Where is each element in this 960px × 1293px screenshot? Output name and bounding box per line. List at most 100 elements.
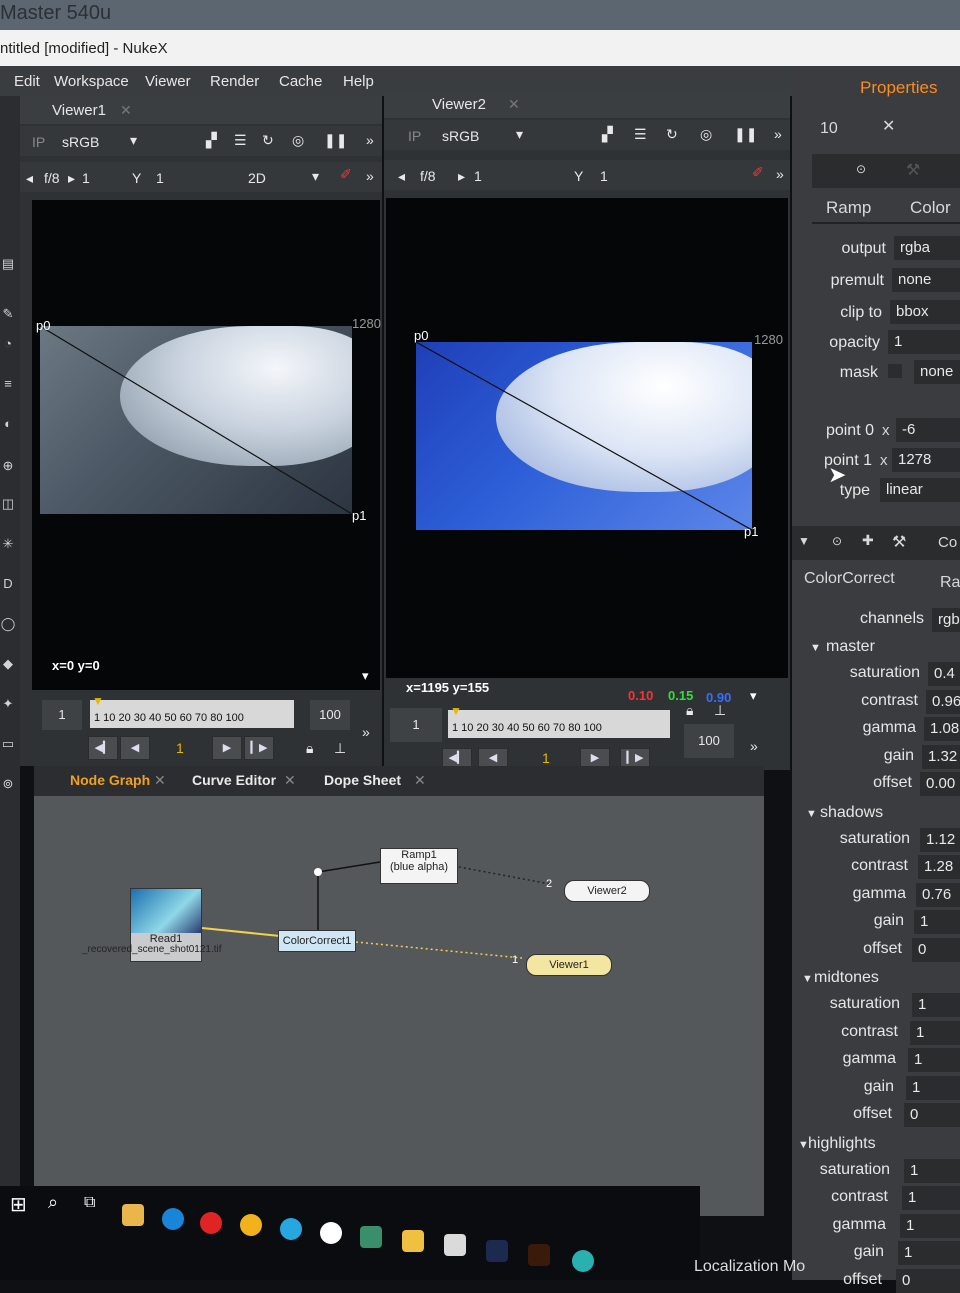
skip-forward-icon[interactable]: ▎▶ xyxy=(620,748,650,768)
filter-tool-icon[interactable]: ⊕ xyxy=(0,458,16,474)
color-tab[interactable]: Color xyxy=(910,198,951,218)
midtones-gamma-input[interactable]: 1 xyxy=(908,1048,960,1072)
app2-icon[interactable] xyxy=(572,1250,594,1272)
wipe-icon[interactable]: ▞ xyxy=(206,132,217,149)
viewer1-end-frame[interactable]: 100 xyxy=(310,700,350,730)
highlights-gain-input[interactable]: 1 xyxy=(898,1241,960,1265)
viewer1-y-value[interactable]: 1 xyxy=(156,170,164,186)
viewer1-frame[interactable]: 1 xyxy=(82,170,90,186)
illustrator-icon[interactable] xyxy=(528,1244,550,1266)
section-highlights[interactable]: highlights xyxy=(808,1135,876,1153)
menu-render[interactable]: Render xyxy=(210,73,259,90)
playhead-icon[interactable]: ▼ xyxy=(92,694,104,708)
3d-tool-icon[interactable]: ◫ xyxy=(0,496,16,512)
viewer1-node[interactable]: Viewer1 xyxy=(526,954,612,976)
viewer1-current-frame[interactable]: 1 xyxy=(176,740,184,756)
viewer2-frame[interactable]: 1 xyxy=(474,168,482,184)
clip-to-dropdown[interactable]: bbox xyxy=(890,300,960,324)
section-master[interactable]: master xyxy=(826,638,875,656)
master-contrast-input[interactable]: 0.96 xyxy=(926,689,960,714)
photos-icon[interactable] xyxy=(444,1234,466,1256)
image-tool-icon[interactable]: ▤ xyxy=(0,256,16,272)
color-tool-icon[interactable]: ◐ xyxy=(0,416,16,432)
opacity-input[interactable]: 1 xyxy=(888,330,960,354)
midtones-offset-input[interactable]: 0 xyxy=(904,1103,960,1127)
tab-viewer2[interactable]: Viewer2 xyxy=(432,96,486,113)
close-icon[interactable]: ✕ xyxy=(120,102,132,119)
app-icon[interactable] xyxy=(360,1226,382,1248)
midtones-gain-input[interactable]: 1 xyxy=(906,1075,960,1100)
master-gamma-input[interactable]: 1.08 xyxy=(924,717,960,741)
viewer1-timeline-bar[interactable]: 1 10 20 30 40 50 60 70 80 100 ▼ xyxy=(90,694,294,728)
viewer1-mode[interactable]: 2D xyxy=(248,170,266,186)
next-icon[interactable]: ▸ xyxy=(68,170,75,187)
viewer2-fstop[interactable]: f/8 xyxy=(420,168,436,184)
expand-icon[interactable]: » xyxy=(774,126,782,142)
playhead-icon[interactable]: ▼ xyxy=(450,704,462,718)
prev-icon[interactable]: ◂ xyxy=(26,170,33,187)
opera-icon[interactable] xyxy=(200,1212,222,1234)
viewer2-p0-label[interactable]: p0 xyxy=(414,328,428,343)
task-view-icon[interactable]: ⧉ xyxy=(84,1194,95,1212)
draw-tool-icon[interactable]: ✎ xyxy=(0,306,16,322)
viewer2-y-value[interactable]: 1 xyxy=(600,168,608,184)
highlights-contrast-input[interactable]: 1 xyxy=(902,1186,960,1210)
expand-icon[interactable]: » xyxy=(366,168,374,184)
type-dropdown[interactable]: linear xyxy=(880,478,960,502)
mask-checkbox[interactable] xyxy=(888,364,902,378)
notes-icon[interactable] xyxy=(402,1230,424,1252)
windows-start-icon[interactable]: ⊞ xyxy=(10,1192,27,1217)
menu-cache[interactable]: Cache xyxy=(279,73,322,90)
midtones-collapse-icon[interactable]: ▼ xyxy=(802,973,813,985)
viewer2-start-frame[interactable]: 1 xyxy=(390,708,442,742)
next-icon[interactable]: ▸ xyxy=(458,168,465,185)
output-dropdown[interactable]: rgba xyxy=(894,236,960,260)
play-forward-icon[interactable]: ▶ xyxy=(212,736,242,760)
shadows-collapse-icon[interactable]: ▼ xyxy=(806,808,817,820)
tab-viewer1[interactable]: Viewer1 xyxy=(52,102,106,119)
mask-dropdown[interactable]: none xyxy=(914,360,960,384)
viewer2-node[interactable]: Viewer2 xyxy=(564,880,650,902)
viewer2-p1-label[interactable]: p1 xyxy=(744,524,758,539)
clear-panels-icon[interactable]: ✕ xyxy=(882,116,895,136)
settings-icon[interactable]: ⊙ xyxy=(832,534,842,548)
midtones-contrast-input[interactable]: 1 xyxy=(910,1020,960,1045)
expand-icon[interactable]: » xyxy=(776,166,784,182)
time-tool-icon[interactable]: ◔ xyxy=(0,336,16,352)
expand-icon[interactable]: » xyxy=(366,132,374,148)
viewer1-fstop[interactable]: f/8 xyxy=(44,170,60,186)
shadows-gamma-input[interactable]: 0.76 xyxy=(916,882,960,907)
shadows-offset-input[interactable]: 0 xyxy=(912,937,960,962)
menu-help[interactable]: Help xyxy=(343,73,374,90)
lock-icon[interactable]: 🔒︎ xyxy=(686,702,693,719)
merge-tool-icon[interactable]: ◯ xyxy=(0,616,16,632)
play-back-icon[interactable]: ◀ xyxy=(478,748,508,768)
highlights-offset-input[interactable]: 0 xyxy=(896,1268,960,1293)
viewer1-start-frame[interactable]: 1 xyxy=(42,700,82,730)
expand-icon[interactable]: » xyxy=(750,738,758,754)
deep-tool-icon[interactable]: D xyxy=(0,576,16,592)
skip-forward-icon[interactable]: ▎▶ xyxy=(244,736,274,760)
point1-x-input[interactable]: 1278 xyxy=(892,448,960,472)
channel-tool-icon[interactable]: ≡ xyxy=(0,376,16,392)
shadows-contrast-input[interactable]: 1.28 xyxy=(918,855,960,879)
section-midtones[interactable]: midtones xyxy=(814,969,879,987)
point0-x-input[interactable]: -6 xyxy=(896,418,960,442)
ruler-icon[interactable]: ⊥ xyxy=(334,740,346,757)
particles-tool-icon[interactable]: ✳ xyxy=(0,536,16,552)
viewer2-canvas[interactable]: p0 p1 1280 x=1195 y=155 0.10 0.15 0.90 ▾ xyxy=(386,198,788,705)
lock-icon[interactable]: 🔒︎ xyxy=(306,740,313,757)
roi-icon[interactable]: ◎ xyxy=(700,126,712,143)
settings-icon[interactable]: ⊙ xyxy=(856,162,866,176)
close-icon[interactable]: ✕ xyxy=(154,772,166,789)
chevron-down-icon[interactable]: ▾ xyxy=(516,126,523,143)
refresh-icon[interactable]: ↻ xyxy=(262,132,274,149)
close-icon[interactable]: ✕ xyxy=(508,96,520,113)
chevron-down-icon[interactable]: ▾ xyxy=(362,668,369,684)
tab-curve-editor[interactable]: Curve Editor xyxy=(192,772,276,788)
viewer2-colorspace[interactable]: sRGB xyxy=(442,128,479,144)
node-graph-canvas[interactable]: Read1 _recovered_scene_shot0121.tif Colo… xyxy=(34,796,764,1216)
viewer1-canvas[interactable]: p0 p1 1280 x=0 y=0 ▾ xyxy=(32,200,381,690)
eyedropper-icon[interactable]: ✐ xyxy=(340,166,352,183)
section-shadows[interactable]: shadows xyxy=(820,804,883,822)
